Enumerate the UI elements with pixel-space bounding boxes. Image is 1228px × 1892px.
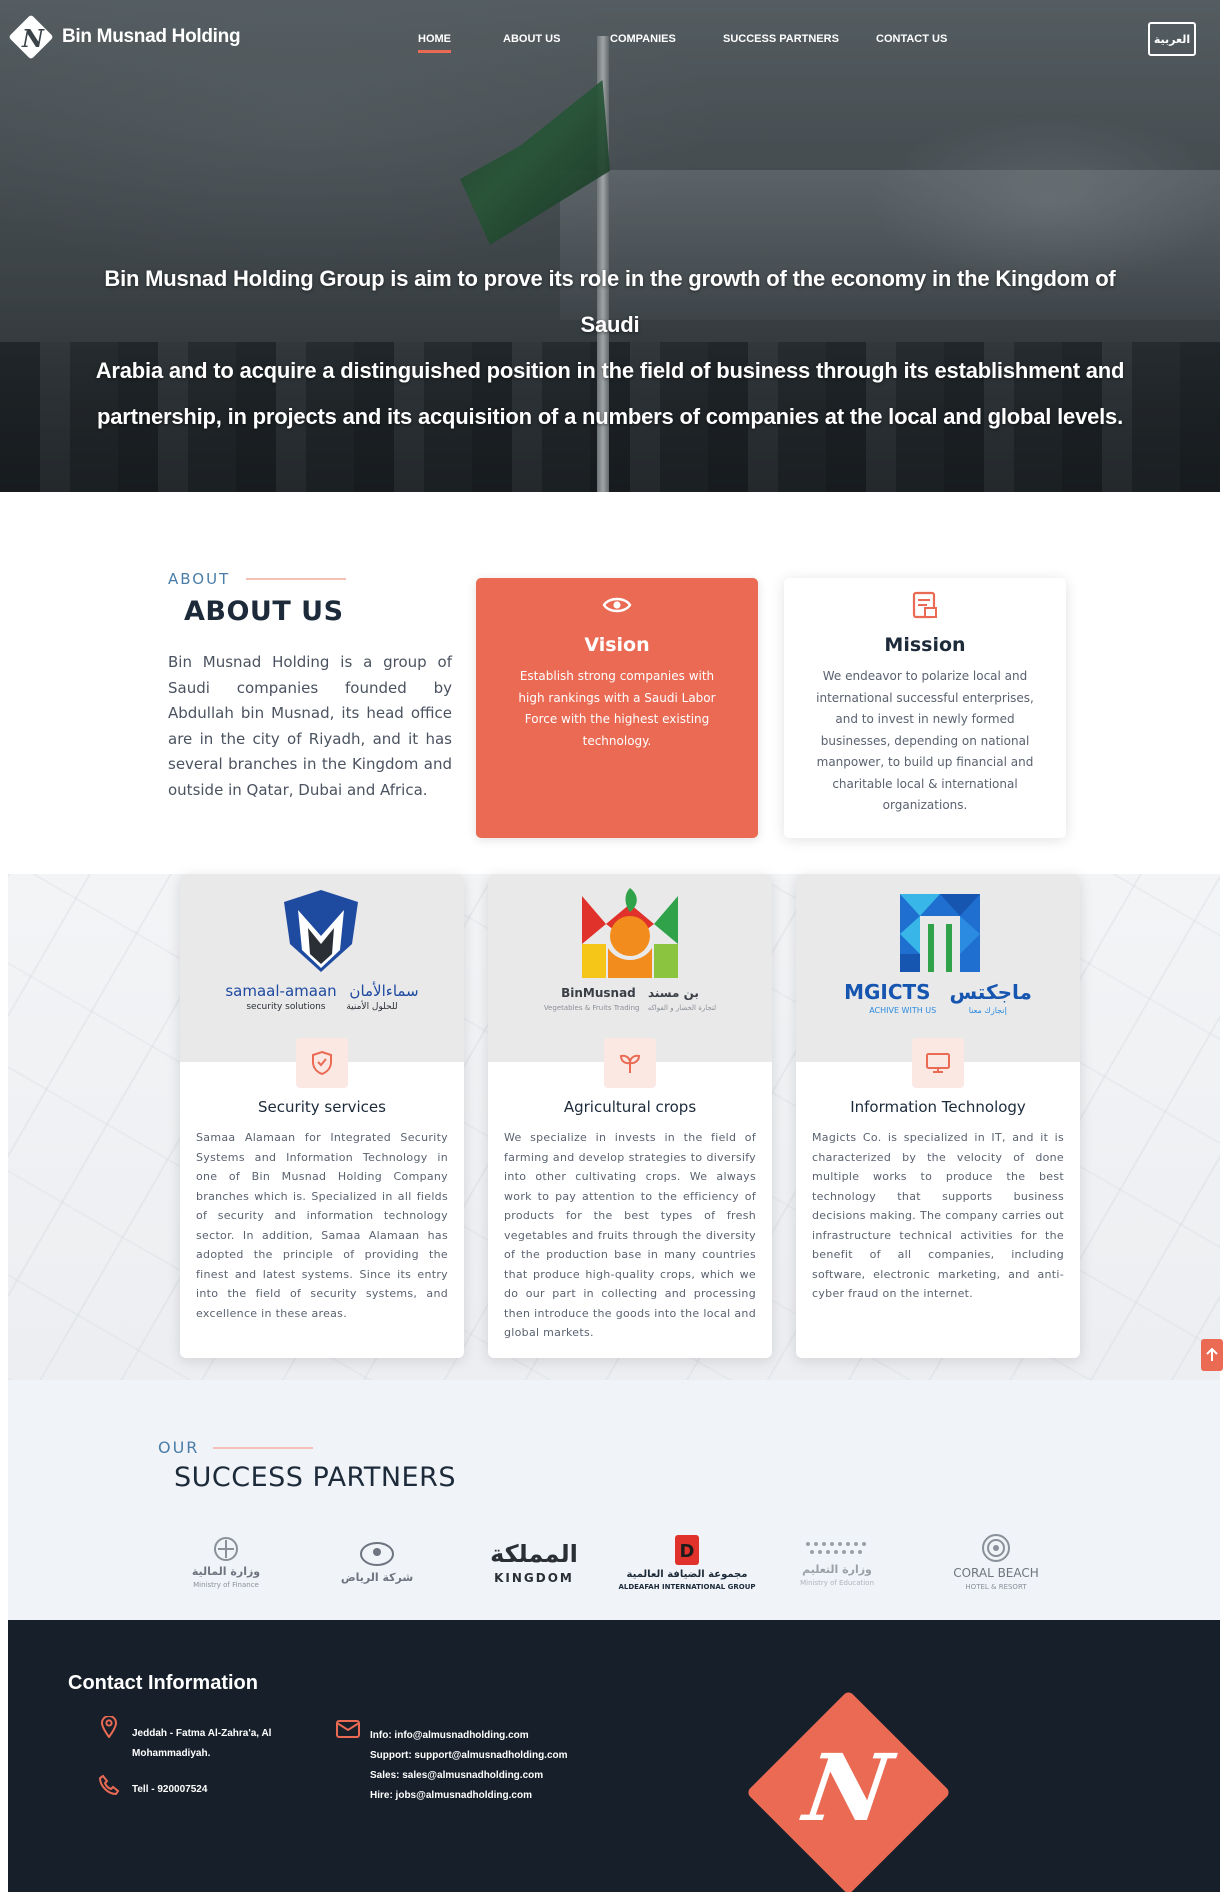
arrow-up-icon [1206, 1348, 1218, 1361]
crest-icon [360, 1542, 394, 1566]
service-description: Magicts Co. is specialized in IT, and it… [812, 1131, 1064, 1300]
dots-logo-icon [806, 1541, 866, 1554]
email-sales[interactable]: Sales: sales@almusnadholding.com [370, 1766, 568, 1786]
partner-riyadh-company[interactable]: شركة الرياض [322, 1530, 432, 1594]
email-support[interactable]: Support: support@almusnadholding.com [370, 1746, 568, 1766]
location-pin-icon [100, 1715, 118, 1743]
scroll-to-top-button[interactable] [1201, 1339, 1223, 1371]
partner-ministry-of-finance[interactable]: وزارة المالية Ministry of Finance [168, 1530, 284, 1594]
logo-text-ar: ماجكتس [949, 980, 1032, 1004]
logo-mark-icon: N [8, 14, 54, 60]
sprout-icon [604, 1038, 656, 1088]
logo-text-en: samaal-amaan [225, 982, 337, 1000]
logo-text-ar: سماءالأمان [349, 982, 419, 1000]
footer-phone[interactable]: Tell - 920007524 [132, 1780, 207, 1800]
vision-title: Vision [584, 634, 650, 656]
service-card-it: MGICTS ماجكتس ACHIVE WITH US إنجازك معنا… [796, 874, 1080, 1358]
logo-text-ar: بن مسند [647, 986, 699, 1000]
partner-ministry-of-education[interactable]: وزارة التعليم Ministry of Education [782, 1530, 892, 1594]
hero-section: N Bin Musnad Holding HOME ABOUT US COMPA… [0, 0, 1220, 492]
company-logo-area: MGICTS ماجكتس ACHIVE WITH US إنجازك معنا [796, 874, 1080, 1062]
about-title: ABOUT US [184, 596, 344, 627]
mail-icon [336, 1720, 360, 1743]
logo-text-en: BinMusnad [561, 986, 636, 1000]
emblem-icon [214, 1536, 238, 1561]
partners-title: SUCCESS PARTNERS [174, 1462, 456, 1493]
partner-aldeafah-group[interactable]: D مجموعة الضيافة العالمية ALDEAFAH INTER… [618, 1530, 756, 1594]
hero-statement: Bin Musnad Holding Group is aim to prove… [95, 266, 1125, 429]
monitor-icon [912, 1038, 964, 1088]
logo-text-en: MGICTS [844, 980, 931, 1004]
footer-address: Jeddah - Fatma Al-Zahra'a, Al Mohammadiy… [132, 1728, 272, 1759]
footer-title: Contact Information [68, 1672, 258, 1694]
nav-companies[interactable]: COMPANIES [610, 33, 676, 45]
shield-check-icon [296, 1038, 348, 1088]
language-switch-button[interactable]: العربية [1148, 22, 1196, 56]
nav-home[interactable]: HOME [418, 33, 451, 53]
partner-coral-beach[interactable]: CORAL BEACH HOTEL & RESORT [936, 1530, 1056, 1594]
top-navigation: N Bin Musnad Holding HOME ABOUT US COMPA… [0, 0, 1220, 80]
mission-title: Mission [884, 634, 966, 656]
about-eyebrow: ABOUT [168, 570, 347, 588]
service-title: Security services [258, 1098, 386, 1116]
footer-emails: Info: info@almusnadholding.com Support: … [370, 1726, 568, 1806]
phone-icon [98, 1774, 120, 1801]
footer: Contact Information Jeddah - Fatma Al-Za… [8, 1620, 1220, 1892]
mission-text: We endeavor to polarize local and intern… [816, 669, 1034, 812]
eye-icon [602, 590, 632, 620]
company-logo-area: samaal-amaan سماءالأمان security solutio… [180, 874, 464, 1062]
mgicts-logo-icon [900, 894, 980, 972]
footer-logo-icon: N [745, 1689, 952, 1892]
nav-about-us[interactable]: ABOUT US [503, 33, 560, 45]
service-description: Samaa Alamaan for Integrated Security Sy… [196, 1131, 448, 1320]
about-description: Bin Musnad Holding is a group of Saudi c… [168, 653, 452, 799]
samaa-alamaan-logo-icon [284, 890, 358, 972]
brand-logo[interactable]: N Bin Musnad Holding [8, 14, 241, 60]
email-hire[interactable]: Hire: jobs@almusnadholding.com [370, 1786, 568, 1806]
service-card-agriculture: BinMusnad بن مسند Vegetables & Fruits Tr… [488, 874, 772, 1358]
service-title: Agricultural crops [563, 1098, 697, 1116]
svg-text:D: D [680, 1541, 695, 1562]
partner-kingdom[interactable]: المملكة KINGDOM [472, 1530, 596, 1594]
nav-contact-us[interactable]: CONTACT US [876, 33, 947, 45]
service-title: Information Technology [850, 1098, 1026, 1116]
partners-eyebrow: OUR [158, 1438, 314, 1457]
aldeafah-logo-icon: D [675, 1534, 699, 1565]
bin-musnad-produce-logo-icon [582, 888, 678, 978]
service-description: We specialize in invests in the field of… [504, 1131, 756, 1339]
email-info[interactable]: Info: info@almusnadholding.com [370, 1726, 568, 1746]
coral-beach-logo-icon [982, 1534, 1010, 1562]
service-card-security: samaal-amaan سماءالأمان security solutio… [180, 874, 464, 1358]
company-logo-area: BinMusnad بن مسند Vegetables & Fruits Tr… [488, 874, 772, 1062]
mission-card: Mission We endeavor to polarize local an… [784, 578, 1066, 838]
document-icon [910, 590, 940, 620]
brand-name: Bin Musnad Holding [62, 26, 241, 47]
vision-card: Vision Establish strong companies with h… [476, 578, 758, 838]
nav-success-partners[interactable]: SUCCESS PARTNERS [723, 33, 839, 45]
vision-text: Establish strong companies with high ran… [518, 669, 716, 748]
